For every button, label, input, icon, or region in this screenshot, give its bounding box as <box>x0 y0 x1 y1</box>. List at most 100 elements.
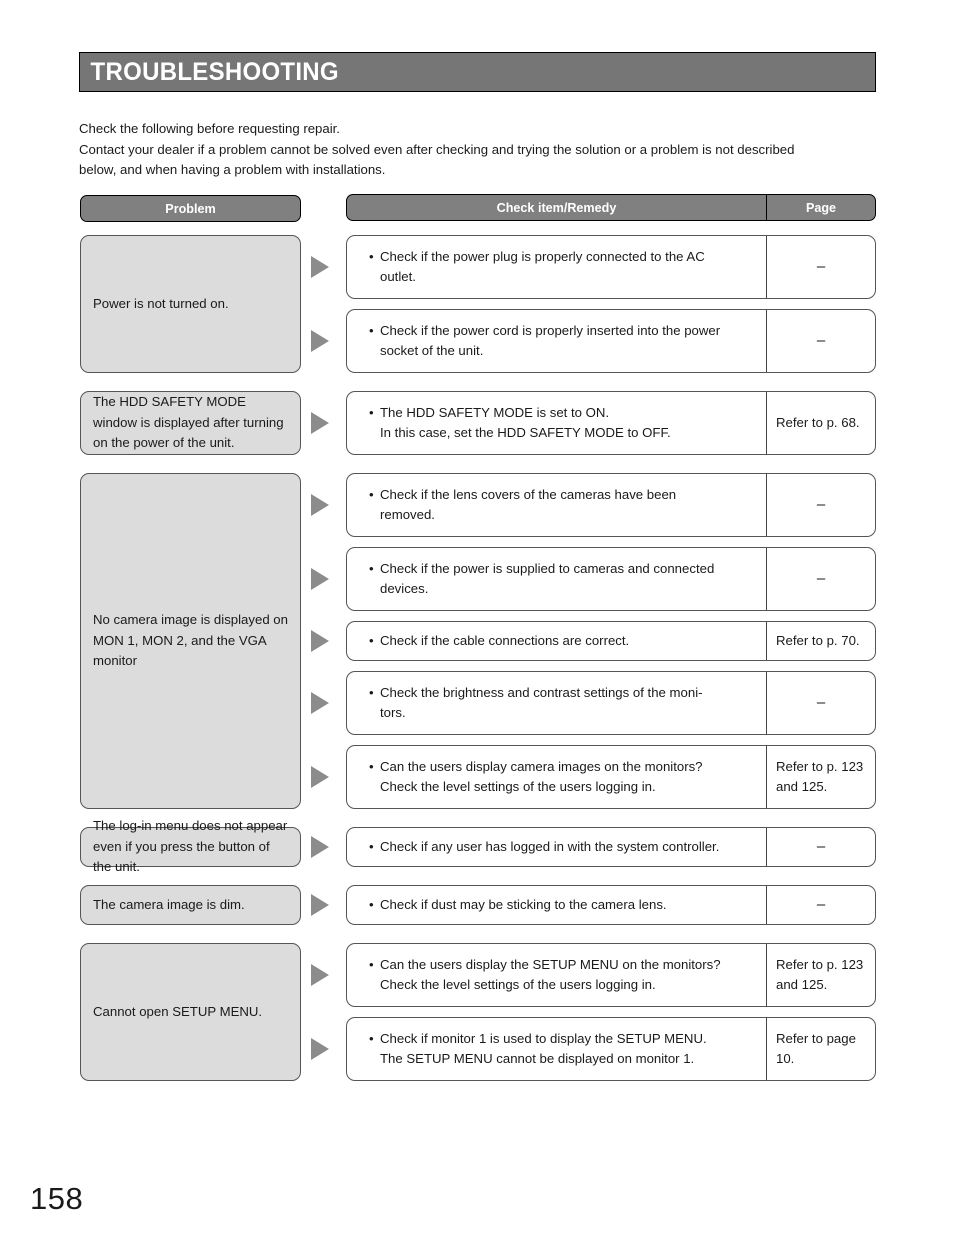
remedy-line-1: Check if the power cord is properly inse… <box>380 322 721 338</box>
page-reference-cell: Refer to p. 123 and 125. <box>767 944 875 1006</box>
remedy-cell: • Can the users display the SETUP MENU on… <box>347 944 767 1006</box>
remedy-text: • Check if the lens covers of the cameras… <box>369 485 676 526</box>
arrow-icon <box>311 412 329 434</box>
column-header-page-label: Page <box>805 200 837 215</box>
remedy-text: • Check if the cable connections are corr… <box>369 631 629 652</box>
page-reference-cell: Refer to p. 70. <box>767 622 875 660</box>
remedy-cell: • Check if the cable connections are corr… <box>347 622 767 660</box>
page-reference: – <box>816 570 826 587</box>
page-reference: – <box>816 694 826 711</box>
remedy-text: • Check if the power is supplied to camer… <box>369 559 714 600</box>
bullet-icon: • <box>369 404 374 420</box>
problem-box: The camera image is dim. <box>80 885 301 925</box>
page-reference-cell: Refer to p. 68. <box>767 392 875 454</box>
arrow-icon <box>311 1038 329 1060</box>
page-title-banner: TROUBLESHOOTING <box>79 52 876 92</box>
problem-text: The HDD SAFETY MODE window is displayed … <box>93 394 284 451</box>
column-header-remedy: Check item/Remedy <box>346 194 766 221</box>
remedy-line-2: outlet. <box>380 269 416 284</box>
page-reference: Refer to p. 123 and 125. <box>776 759 864 794</box>
bullet-icon: • <box>369 684 374 700</box>
arrow-icon <box>311 766 329 788</box>
remedy-row: • Check if dust may be sticking to the ca… <box>346 885 876 925</box>
remedy-row: • Check if monitor 1 is used to display t… <box>346 1017 876 1081</box>
remedy-cell: • Check if the power cord is properly ins… <box>347 310 767 372</box>
page-reference-cell: – <box>767 672 875 734</box>
page-reference: Refer to p. 123 and 125. <box>776 957 864 992</box>
remedy-row: • Check if the power plug is properly con… <box>346 235 876 299</box>
bullet-icon: • <box>369 560 374 576</box>
page-reference: Refer to page 10. <box>776 1031 856 1066</box>
bullet-icon: • <box>369 758 374 774</box>
remedy-row: • Can the users display camera images on … <box>346 745 876 809</box>
remedy-line-1: Check if the power is supplied to camera… <box>380 560 715 576</box>
arrow-icon <box>311 494 329 516</box>
remedy-line-1: Check the brightness and contrast settin… <box>380 684 703 700</box>
remedy-row: • Check if the power is supplied to camer… <box>346 547 876 611</box>
remedy-text: • Check if any user has logged in with th… <box>369 837 719 858</box>
remedy-line-2: Check the level settings of the users lo… <box>380 977 656 992</box>
remedy-text: • Check if the power cord is properly ins… <box>369 321 720 362</box>
bullet-icon: • <box>369 486 374 502</box>
remedy-line-1: Check if the cable connections are corre… <box>380 632 630 648</box>
arrow-icon <box>311 964 329 986</box>
remedy-line-1: Check if dust may be sticking to the cam… <box>380 896 667 912</box>
page-reference: – <box>816 838 826 855</box>
page-reference: – <box>816 332 826 349</box>
page-reference: – <box>816 258 826 275</box>
column-header-problem-label: Problem <box>165 201 216 216</box>
problem-text: The log-in menu does not appear even if … <box>93 818 288 875</box>
page-reference: Refer to p. 70. <box>776 633 860 648</box>
remedy-text: • Check the brightness and contrast setti… <box>369 683 703 724</box>
remedy-row: • Can the users display the SETUP MENU on… <box>346 943 876 1007</box>
intro-line-1: Check the following before requesting re… <box>79 121 340 136</box>
column-header-page: Page <box>766 194 876 221</box>
remedy-row: • Check if the cable connections are corr… <box>346 621 876 661</box>
remedy-cell: • Check if monitor 1 is used to display t… <box>347 1018 767 1080</box>
bullet-icon: • <box>369 248 374 264</box>
page-reference: Refer to p. 68. <box>776 415 860 430</box>
remedy-row: • The HDD SAFETY MODE is set to ON. In thi… <box>346 391 876 455</box>
problem-box: No camera image is displayed on MON 1, M… <box>80 473 301 809</box>
page-reference: – <box>816 896 826 913</box>
remedy-line-1: Check if monitor 1 is used to display th… <box>380 1030 707 1046</box>
column-header-problem: Problem <box>80 195 301 222</box>
bullet-icon: • <box>369 322 374 338</box>
problem-text: Power is not turned on. <box>93 295 229 311</box>
remedy-line-1: Check if the power plug is properly conn… <box>380 248 705 264</box>
bullet-icon: • <box>369 896 374 912</box>
remedy-text: • Check if dust may be sticking to the ca… <box>369 895 667 916</box>
remedy-line-2: In this case, set the HDD SAFETY MODE to… <box>380 425 671 440</box>
page-number: 158 <box>30 1181 84 1216</box>
page-reference-cell: – <box>767 828 875 866</box>
problem-text: Cannot open SETUP MENU. <box>93 1003 263 1019</box>
problem-text: No camera image is displayed on MON 1, M… <box>93 612 288 669</box>
intro-line-2: Contact your dealer if a problem cannot … <box>79 141 795 157</box>
intro-line-3: below, and when having a problem with in… <box>79 162 386 177</box>
remedy-text: • Check if the power plug is properly con… <box>369 247 705 288</box>
remedy-line-2: removed. <box>380 507 435 522</box>
remedy-text: • Can the users display camera images on … <box>369 757 703 798</box>
remedy-row: • Check the brightness and contrast setti… <box>346 671 876 735</box>
bullet-icon: • <box>369 956 374 972</box>
problem-text: The camera image is dim. <box>93 896 245 912</box>
remedy-cell: • Check if any user has logged in with th… <box>347 828 767 866</box>
arrow-icon <box>311 256 329 278</box>
arrow-icon <box>311 630 329 652</box>
remedy-line-2: tors. <box>380 705 406 720</box>
remedy-text: • The HDD SAFETY MODE is set to ON. In thi… <box>369 403 671 444</box>
remedy-line-1: The HDD SAFETY MODE is set to ON. <box>380 404 610 420</box>
remedy-cell: • Check if dust may be sticking to the ca… <box>347 886 767 924</box>
remedy-cell: • Check the brightness and contrast setti… <box>347 672 767 734</box>
remedy-cell: • The HDD SAFETY MODE is set to ON. In thi… <box>347 392 767 454</box>
remedy-line-1: Check if the lens covers of the cameras … <box>380 486 677 502</box>
page-reference-cell: Refer to page 10. <box>767 1018 875 1080</box>
remedy-text: • Can the users display the SETUP MENU on… <box>369 955 721 996</box>
arrow-icon <box>311 568 329 590</box>
bullet-icon: • <box>369 1030 374 1046</box>
page-reference-cell: – <box>767 886 875 924</box>
remedy-cell: • Check if the lens covers of the cameras… <box>347 474 767 536</box>
problem-box: The HDD SAFETY MODE window is displayed … <box>80 391 301 455</box>
bullet-icon: • <box>369 838 374 854</box>
remedy-cell: • Can the users display camera images on … <box>347 746 767 808</box>
